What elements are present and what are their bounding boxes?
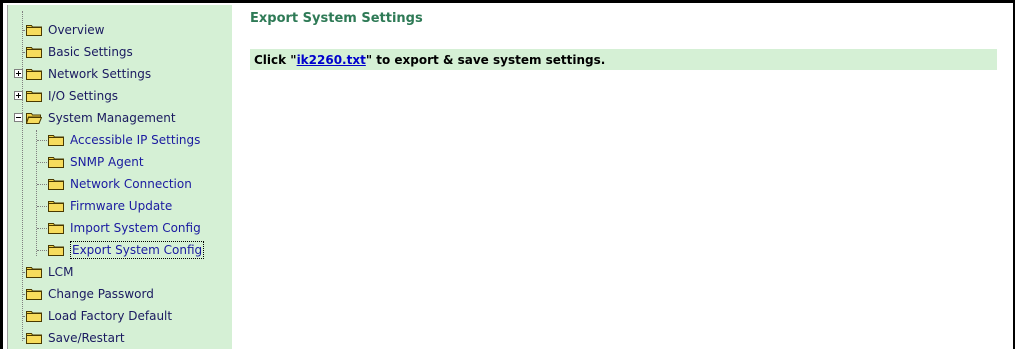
folder-icon bbox=[26, 90, 42, 102]
tree-line bbox=[37, 162, 47, 163]
sidebar-item-label: Export System Config bbox=[70, 241, 205, 259]
folder-icon bbox=[26, 288, 42, 300]
sidebar-item-overview[interactable]: Overview bbox=[26, 20, 105, 40]
sidebar-item-label: Save/Restart bbox=[48, 331, 125, 345]
sidebar-item-io-settings[interactable]: I/O Settings bbox=[14, 86, 119, 106]
sidebar-item-basic-settings[interactable]: Basic Settings bbox=[26, 42, 133, 62]
sidebar-item-import-system-config[interactable]: Import System Config bbox=[48, 218, 201, 238]
sidebar-item-label: Basic Settings bbox=[48, 45, 133, 59]
sidebar-item-label: LCM bbox=[48, 265, 74, 279]
export-text-prefix: Click " bbox=[254, 52, 297, 67]
open-folder-icon bbox=[26, 112, 42, 124]
collapse-minus-icon[interactable] bbox=[14, 113, 23, 122]
tree-line bbox=[37, 206, 47, 207]
folder-icon bbox=[26, 332, 42, 344]
sidebar-item-label: Import System Config bbox=[70, 221, 201, 235]
folder-icon bbox=[26, 310, 42, 322]
sidebar-item-firmware-update[interactable]: Firmware Update bbox=[48, 196, 172, 216]
folder-icon bbox=[26, 266, 42, 278]
tree-line bbox=[37, 140, 47, 141]
sidebar-item-export-system-config[interactable]: Export System Config bbox=[48, 240, 205, 260]
folder-icon bbox=[48, 134, 64, 146]
folder-icon bbox=[48, 156, 64, 168]
folder-icon bbox=[48, 244, 64, 256]
sidebar-item-lcm[interactable]: LCM bbox=[26, 262, 73, 282]
sidebar-item-network-connection[interactable]: Network Connection bbox=[48, 174, 192, 194]
tree-line bbox=[36, 130, 37, 256]
sidebar-item-label: Accessible IP Settings bbox=[70, 133, 201, 147]
tree-line bbox=[37, 250, 47, 251]
tree-line bbox=[22, 11, 23, 341]
sidebar-item-network-settings[interactable]: Network Settings bbox=[14, 64, 152, 84]
expand-plus-icon[interactable] bbox=[14, 69, 23, 78]
tree-line bbox=[37, 184, 47, 185]
expand-plus-icon[interactable] bbox=[14, 91, 23, 100]
export-instruction-row: Click " ik2260.txt " to export & save syst… bbox=[250, 49, 997, 70]
sidebar-item-label: Network Connection bbox=[70, 177, 192, 191]
sidebar-item-label: Overview bbox=[48, 23, 105, 37]
folder-icon bbox=[48, 178, 64, 190]
sidebar-item-label: Load Factory Default bbox=[48, 309, 173, 323]
folder-icon bbox=[48, 200, 64, 212]
tree-line bbox=[37, 228, 47, 229]
sidebar-item-save-restart[interactable]: Save/Restart bbox=[26, 328, 125, 348]
export-text-suffix: " to export & save system settings. bbox=[365, 52, 606, 67]
page-title: Export System Settings bbox=[250, 11, 423, 26]
sidebar-item-label: SNMP Agent bbox=[70, 155, 144, 169]
sidebar-item-label: Firmware Update bbox=[70, 199, 173, 213]
sidebar-item-label: I/O Settings bbox=[48, 89, 119, 103]
folder-icon bbox=[48, 222, 64, 234]
sidebar-item-label: Change Password bbox=[48, 287, 154, 301]
sidebar-item-system-management[interactable]: System Management bbox=[14, 108, 176, 128]
export-file-link[interactable]: ik2260.txt bbox=[297, 53, 366, 67]
sidebar-item-label: Network Settings bbox=[48, 67, 152, 81]
sidebar-item-load-factory-default[interactable]: Load Factory Default bbox=[26, 306, 172, 326]
sidebar-item-accessible-ip-settings[interactable]: Accessible IP Settings bbox=[48, 130, 200, 150]
sidebar-item-snmp-agent[interactable]: SNMP Agent bbox=[48, 152, 144, 172]
folder-icon bbox=[26, 68, 42, 80]
sidebar-item-change-password[interactable]: Change Password bbox=[26, 284, 154, 304]
sidebar-item-label: System Management bbox=[48, 111, 176, 125]
folder-icon bbox=[26, 24, 42, 36]
folder-icon bbox=[26, 46, 42, 58]
navigation-sidebar: Overview Basic Settings Network Settings… bbox=[7, 5, 232, 349]
